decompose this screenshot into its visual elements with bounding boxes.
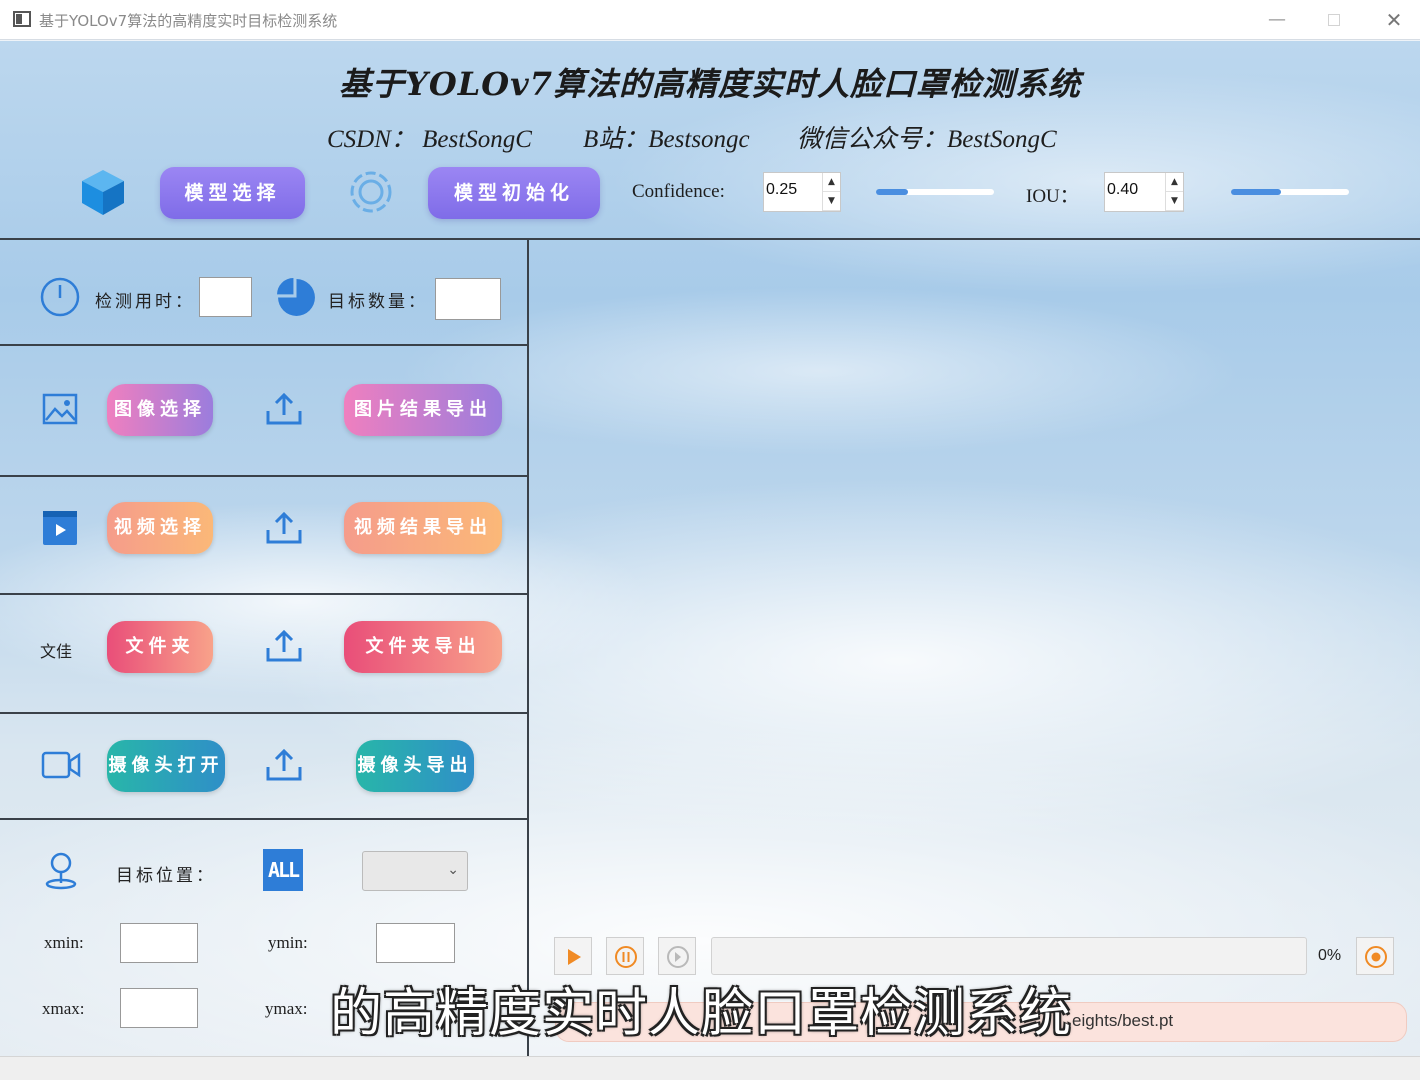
pie-chart-icon	[277, 278, 315, 316]
ymax-label: ymax:	[265, 999, 308, 1018]
video-icon	[43, 511, 77, 545]
divider	[0, 818, 528, 820]
spin-up-icon[interactable]: ▲	[1166, 173, 1183, 192]
credit-bilibili: B站：Bestsongc	[583, 126, 750, 153]
status-text: eights/best.pt	[1072, 1011, 1174, 1030]
detect-time-value	[199, 277, 252, 317]
iou-label: IOU：	[1026, 186, 1079, 207]
record-button[interactable]	[1356, 937, 1394, 975]
iou-spinbox[interactable]: ▲ ▼	[1104, 172, 1184, 212]
iou-slider[interactable]	[1231, 189, 1349, 195]
target-dropdown[interactable]: ⌄	[362, 851, 468, 891]
upload-icon	[266, 629, 302, 662]
confidence-slider[interactable]	[876, 189, 994, 195]
camera-open-button[interactable]: 摄像头打开	[107, 740, 225, 792]
iou-spin-arrows[interactable]: ▲ ▼	[1165, 173, 1183, 211]
divider	[0, 344, 528, 346]
location-icon	[45, 852, 77, 890]
progress-percent: 0%	[1318, 947, 1342, 964]
image-select-button[interactable]: 图像选择	[107, 384, 213, 436]
image-icon	[42, 393, 78, 425]
iou-slider-fill	[1231, 189, 1281, 195]
spin-down-icon[interactable]: ▼	[1166, 192, 1183, 211]
divider	[0, 712, 528, 714]
settings-icon[interactable]	[347, 168, 395, 216]
image-export-button[interactable]: 图片结果导出	[344, 384, 502, 436]
confidence-spinbox[interactable]: ▲ ▼	[763, 172, 841, 212]
record-icon	[1365, 946, 1387, 968]
camera-icon	[41, 751, 81, 779]
clock-icon	[40, 277, 80, 317]
app-icon	[13, 11, 31, 27]
cube-icon	[82, 170, 124, 215]
model-select-button[interactable]: 模型选择	[160, 167, 305, 219]
xmax-label: xmax:	[42, 999, 85, 1018]
upload-icon	[266, 392, 302, 425]
video-progress-bar[interactable]	[711, 937, 1307, 975]
confidence-input[interactable]	[766, 181, 818, 199]
video-select-button[interactable]: 视频选择	[107, 502, 213, 554]
chevron-down-icon: ⌄	[447, 862, 459, 878]
upload-icon	[266, 748, 302, 781]
app-title: 基于YOLOv7算法的高精度实时人脸口罩检测系统	[339, 65, 1081, 103]
window-titlebar: 基于YOLOv7算法的高精度实时目标检测系统 — ✕	[0, 0, 1420, 40]
maximize-icon	[1328, 14, 1340, 26]
window-title: 基于YOLOv7算法的高精度实时目标检测系统	[39, 12, 338, 30]
xmin-label: xmin:	[44, 933, 84, 952]
credit-wechat: 微信公众号：BestSongC	[797, 126, 1057, 153]
xmax-value	[120, 988, 198, 1028]
target-count-label: 目标数量：	[328, 292, 428, 312]
play-button[interactable]	[554, 937, 592, 975]
folder-icon: 文佳	[40, 642, 73, 661]
divider	[0, 475, 528, 477]
ymin-label: ymin:	[268, 933, 308, 952]
confidence-spin-arrows[interactable]: ▲ ▼	[822, 173, 840, 211]
xmin-value	[120, 923, 198, 963]
window-bottom-edge	[0, 1056, 1420, 1080]
ymin-value	[376, 923, 455, 963]
divider	[527, 238, 529, 1056]
confidence-label: Confidence:	[632, 181, 725, 202]
credit-csdn: CSDN： BestSongC	[327, 126, 532, 153]
pause-button[interactable]	[606, 937, 644, 975]
folder-select-button[interactable]: 文件夹	[107, 621, 213, 673]
model-init-button[interactable]: 模型初始化	[428, 167, 600, 219]
all-icon: ALL	[263, 849, 303, 891]
video-subtitle-caption: 的高精度实时人脸口罩检测系统	[330, 984, 1073, 1044]
minimize-button[interactable]: —	[1265, 8, 1289, 32]
video-export-button[interactable]: 视频结果导出	[344, 502, 502, 554]
upload-icon	[266, 511, 302, 544]
camera-export-button[interactable]: 摄像头导出	[356, 740, 474, 792]
app-main: 基于YOLOv7算法的高精度实时人脸口罩检测系统 CSDN： BestSongC…	[0, 41, 1420, 1056]
target-count-value	[435, 278, 501, 320]
detect-time-label: 检测用时：	[95, 292, 195, 312]
maximize-button[interactable]	[1322, 8, 1346, 32]
stop-record-button[interactable]	[658, 937, 696, 975]
target-position-label: 目标位置：	[116, 866, 216, 886]
spin-up-icon[interactable]: ▲	[823, 173, 840, 192]
close-button[interactable]: ✕	[1382, 8, 1406, 32]
divider	[0, 593, 528, 595]
spin-down-icon[interactable]: ▼	[823, 192, 840, 211]
folder-export-button[interactable]: 文件夹导出	[344, 621, 502, 673]
confidence-slider-fill	[876, 189, 908, 195]
iou-input[interactable]	[1107, 181, 1159, 199]
divider	[0, 238, 1420, 240]
